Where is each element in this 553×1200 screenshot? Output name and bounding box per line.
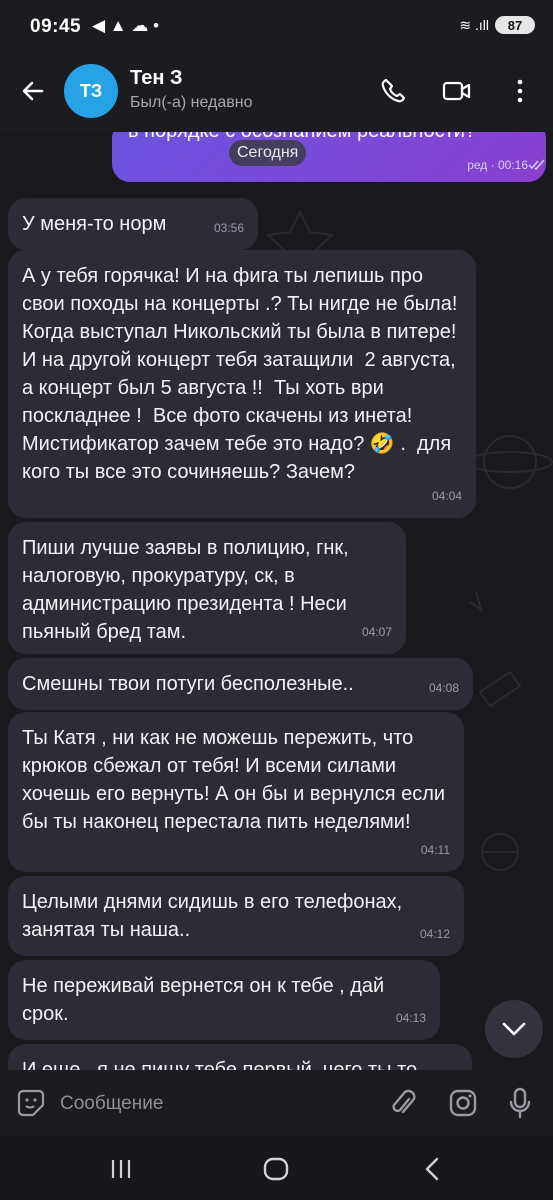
message-text: Ты Катя , ни как не можешь пережить, что… xyxy=(22,727,451,833)
message-input-bar xyxy=(0,1070,553,1136)
message-bubble[interactable]: А у тебя горячка! И на фига ты лепишь пр… xyxy=(8,250,476,518)
chat-header: ТЗ Тен З Был(-а) недавно xyxy=(0,56,553,132)
message-text: Смешны твои потуги бесполезные.. xyxy=(22,673,354,695)
signal-icon: ≋ .ıll xyxy=(459,16,489,33)
paperclip-icon xyxy=(392,1089,416,1114)
home-button[interactable] xyxy=(256,1154,296,1184)
camera-icon xyxy=(449,1089,477,1117)
microphone-icon xyxy=(509,1087,531,1119)
attach-button[interactable] xyxy=(386,1086,420,1120)
scroll-down-button[interactable] xyxy=(485,1000,543,1058)
home-icon xyxy=(263,1157,289,1181)
message-list[interactable]: в порядке с осознанием реальности? ред ·… xyxy=(0,132,553,1070)
video-camera-icon xyxy=(442,81,471,101)
message-text: У меня-то норм xyxy=(22,213,167,235)
back-button[interactable] xyxy=(412,1154,452,1184)
message-time: 04:13 xyxy=(395,1011,426,1025)
message-bubble[interactable]: Пиши лучше заявы в полицию, гнк, налогов… xyxy=(8,522,406,654)
read-checks-icon xyxy=(528,159,545,171)
phone-icon xyxy=(381,78,406,103)
message-time: 04:08 xyxy=(428,681,459,695)
message-bubble[interactable]: Не переживай вернется он к тебе , дай ср… xyxy=(8,960,440,1040)
outgoing-message-text: в порядке с осознанием реальности? xyxy=(128,132,476,143)
more-vertical-icon xyxy=(517,79,523,103)
message-text: Целыми днями сидишь в его телефонах, зан… xyxy=(22,891,408,941)
message-text: А у тебя горячка! И на фига ты лепишь пр… xyxy=(22,265,463,483)
message-text: И еще , я не пишу тебе первый, чего ты т… xyxy=(22,1059,418,1070)
message-time: 03:56 xyxy=(213,221,244,235)
camera-button[interactable] xyxy=(446,1086,480,1120)
more-menu-button[interactable] xyxy=(503,74,537,108)
message-bubble[interactable]: Целыми днями сидишь в его телефонах, зан… xyxy=(8,876,464,956)
contact-status: Был(-а) недавно xyxy=(130,94,253,111)
status-time: 09:45 xyxy=(30,16,82,37)
notification-icons: ◀ ▲ ☁ • xyxy=(92,16,160,35)
back-chevron-icon xyxy=(425,1157,439,1181)
message-bubble[interactable]: У меня-то норм 03:56 xyxy=(8,198,258,250)
voice-message-button[interactable] xyxy=(503,1086,537,1120)
message-time: 04:11 xyxy=(420,843,450,857)
status-bar: 09:45 ◀ ▲ ☁ • ≋ .ıll 87 xyxy=(0,0,553,56)
outgoing-message-meta: ред · 00:16 xyxy=(467,158,528,172)
message-text: Пиши лучше заявы в полицию, гнк, налогов… xyxy=(22,537,355,643)
date-chip: Сегодня xyxy=(229,140,307,166)
message-time: 04:07 xyxy=(361,625,392,639)
video-call-button[interactable] xyxy=(440,74,474,108)
battery-icon: 87 xyxy=(495,16,535,34)
message-time: 04:04 xyxy=(431,489,462,503)
recents-icon xyxy=(111,1160,131,1178)
sticker-emoji-button[interactable] xyxy=(14,1086,48,1120)
status-right: ≋ .ıll 87 xyxy=(459,16,535,34)
contact-name[interactable]: Тен З xyxy=(130,67,183,90)
outgoing-message[interactable]: в порядке с осознанием реальности? ред ·… xyxy=(112,132,546,182)
recent-apps-button[interactable] xyxy=(101,1154,141,1184)
message-input[interactable] xyxy=(60,1090,360,1118)
message-time: 04:12 xyxy=(419,927,450,941)
message-bubble[interactable]: Смешны твои потуги бесполезные.. 04:08 xyxy=(8,658,473,710)
message-text: Не переживай вернется он к тебе , дай ср… xyxy=(22,975,390,1025)
phone-call-button[interactable] xyxy=(376,74,410,108)
message-bubble[interactable]: И еще , я не пишу тебе первый, чего ты т… xyxy=(8,1044,472,1070)
sticker-icon xyxy=(17,1089,45,1117)
message-bubble[interactable]: Ты Катя , ни как не можешь пережить, что… xyxy=(8,712,464,872)
system-nav-bar xyxy=(0,1136,553,1200)
avatar[interactable]: ТЗ xyxy=(64,64,118,118)
back-arrow-icon[interactable] xyxy=(18,76,48,106)
chevron-down-icon xyxy=(502,1022,526,1036)
